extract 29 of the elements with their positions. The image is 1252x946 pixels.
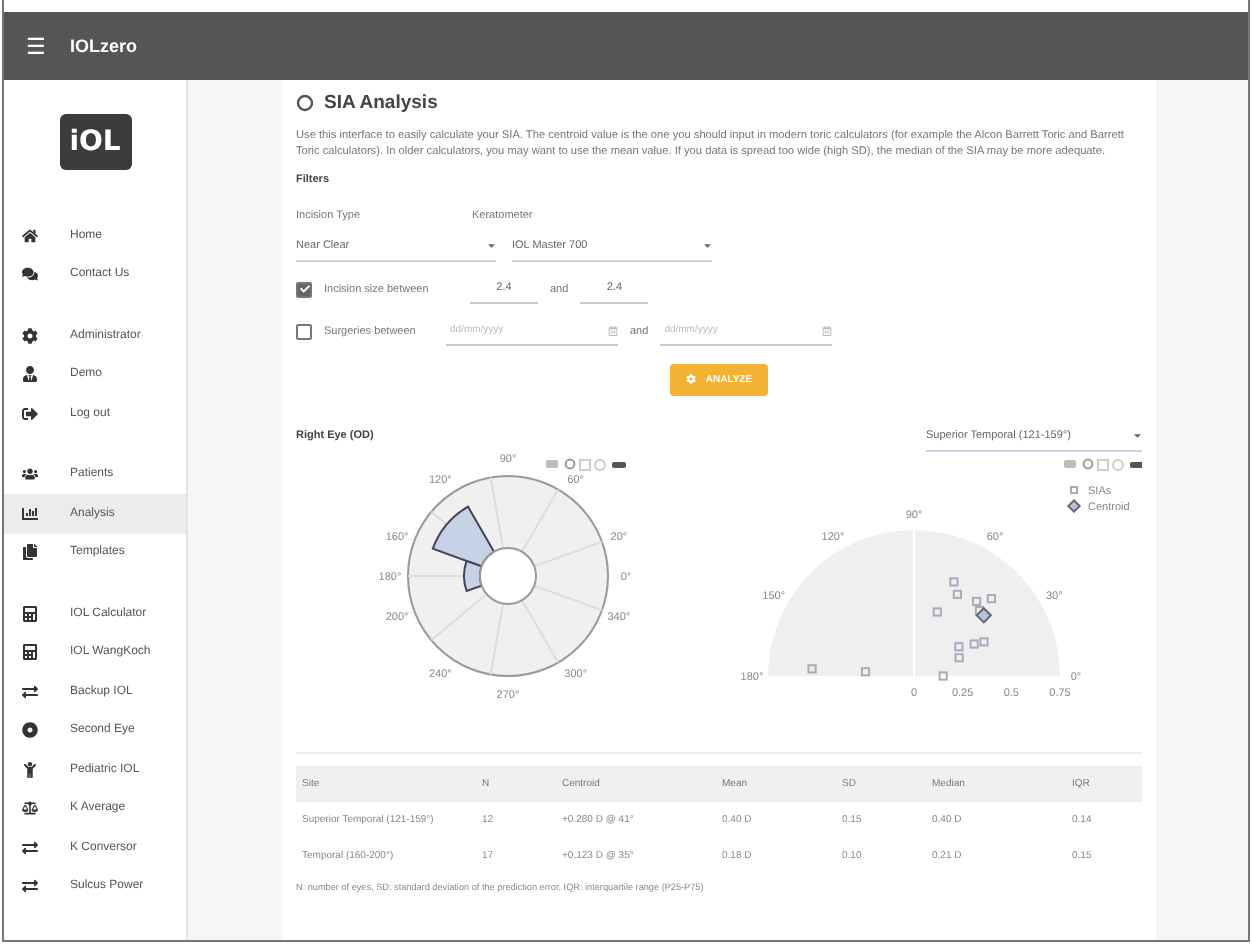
caret-icon (485, 240, 496, 252)
user-icon (22, 366, 42, 383)
settings-icon (22, 327, 42, 344)
logo-text: iOL (69, 126, 121, 158)
chat-icon (22, 266, 42, 283)
app-title: IOLzero (70, 36, 138, 56)
copy-icon (22, 544, 42, 561)
caret-icon (701, 240, 712, 252)
users-icon (22, 466, 42, 483)
logout-icon (22, 405, 42, 422)
gear-icon (685, 374, 696, 385)
chart-toolbar-icon[interactable] (1064, 458, 1142, 471)
swap-arrows-icon (22, 683, 42, 700)
caret-icon (1131, 430, 1142, 442)
scale-icon (22, 800, 42, 817)
home-icon (22, 227, 42, 244)
swap-arrows-icon (22, 839, 42, 856)
bar-chart-icon (22, 505, 42, 522)
checkbox[interactable] (296, 323, 312, 340)
calculator-icon (22, 644, 42, 661)
chart-toolbar-icon[interactable] (546, 458, 626, 471)
child-icon (22, 761, 42, 778)
checkbox[interactable] (296, 281, 312, 298)
swap-arrows-icon (22, 878, 42, 895)
legend-marker-icon (1070, 485, 1079, 494)
calculator-icon (22, 605, 42, 622)
page-title: SIA Analysis (324, 92, 438, 114)
menu-icon[interactable]: ☰ (26, 33, 46, 59)
legend-marker-icon (1067, 498, 1082, 513)
